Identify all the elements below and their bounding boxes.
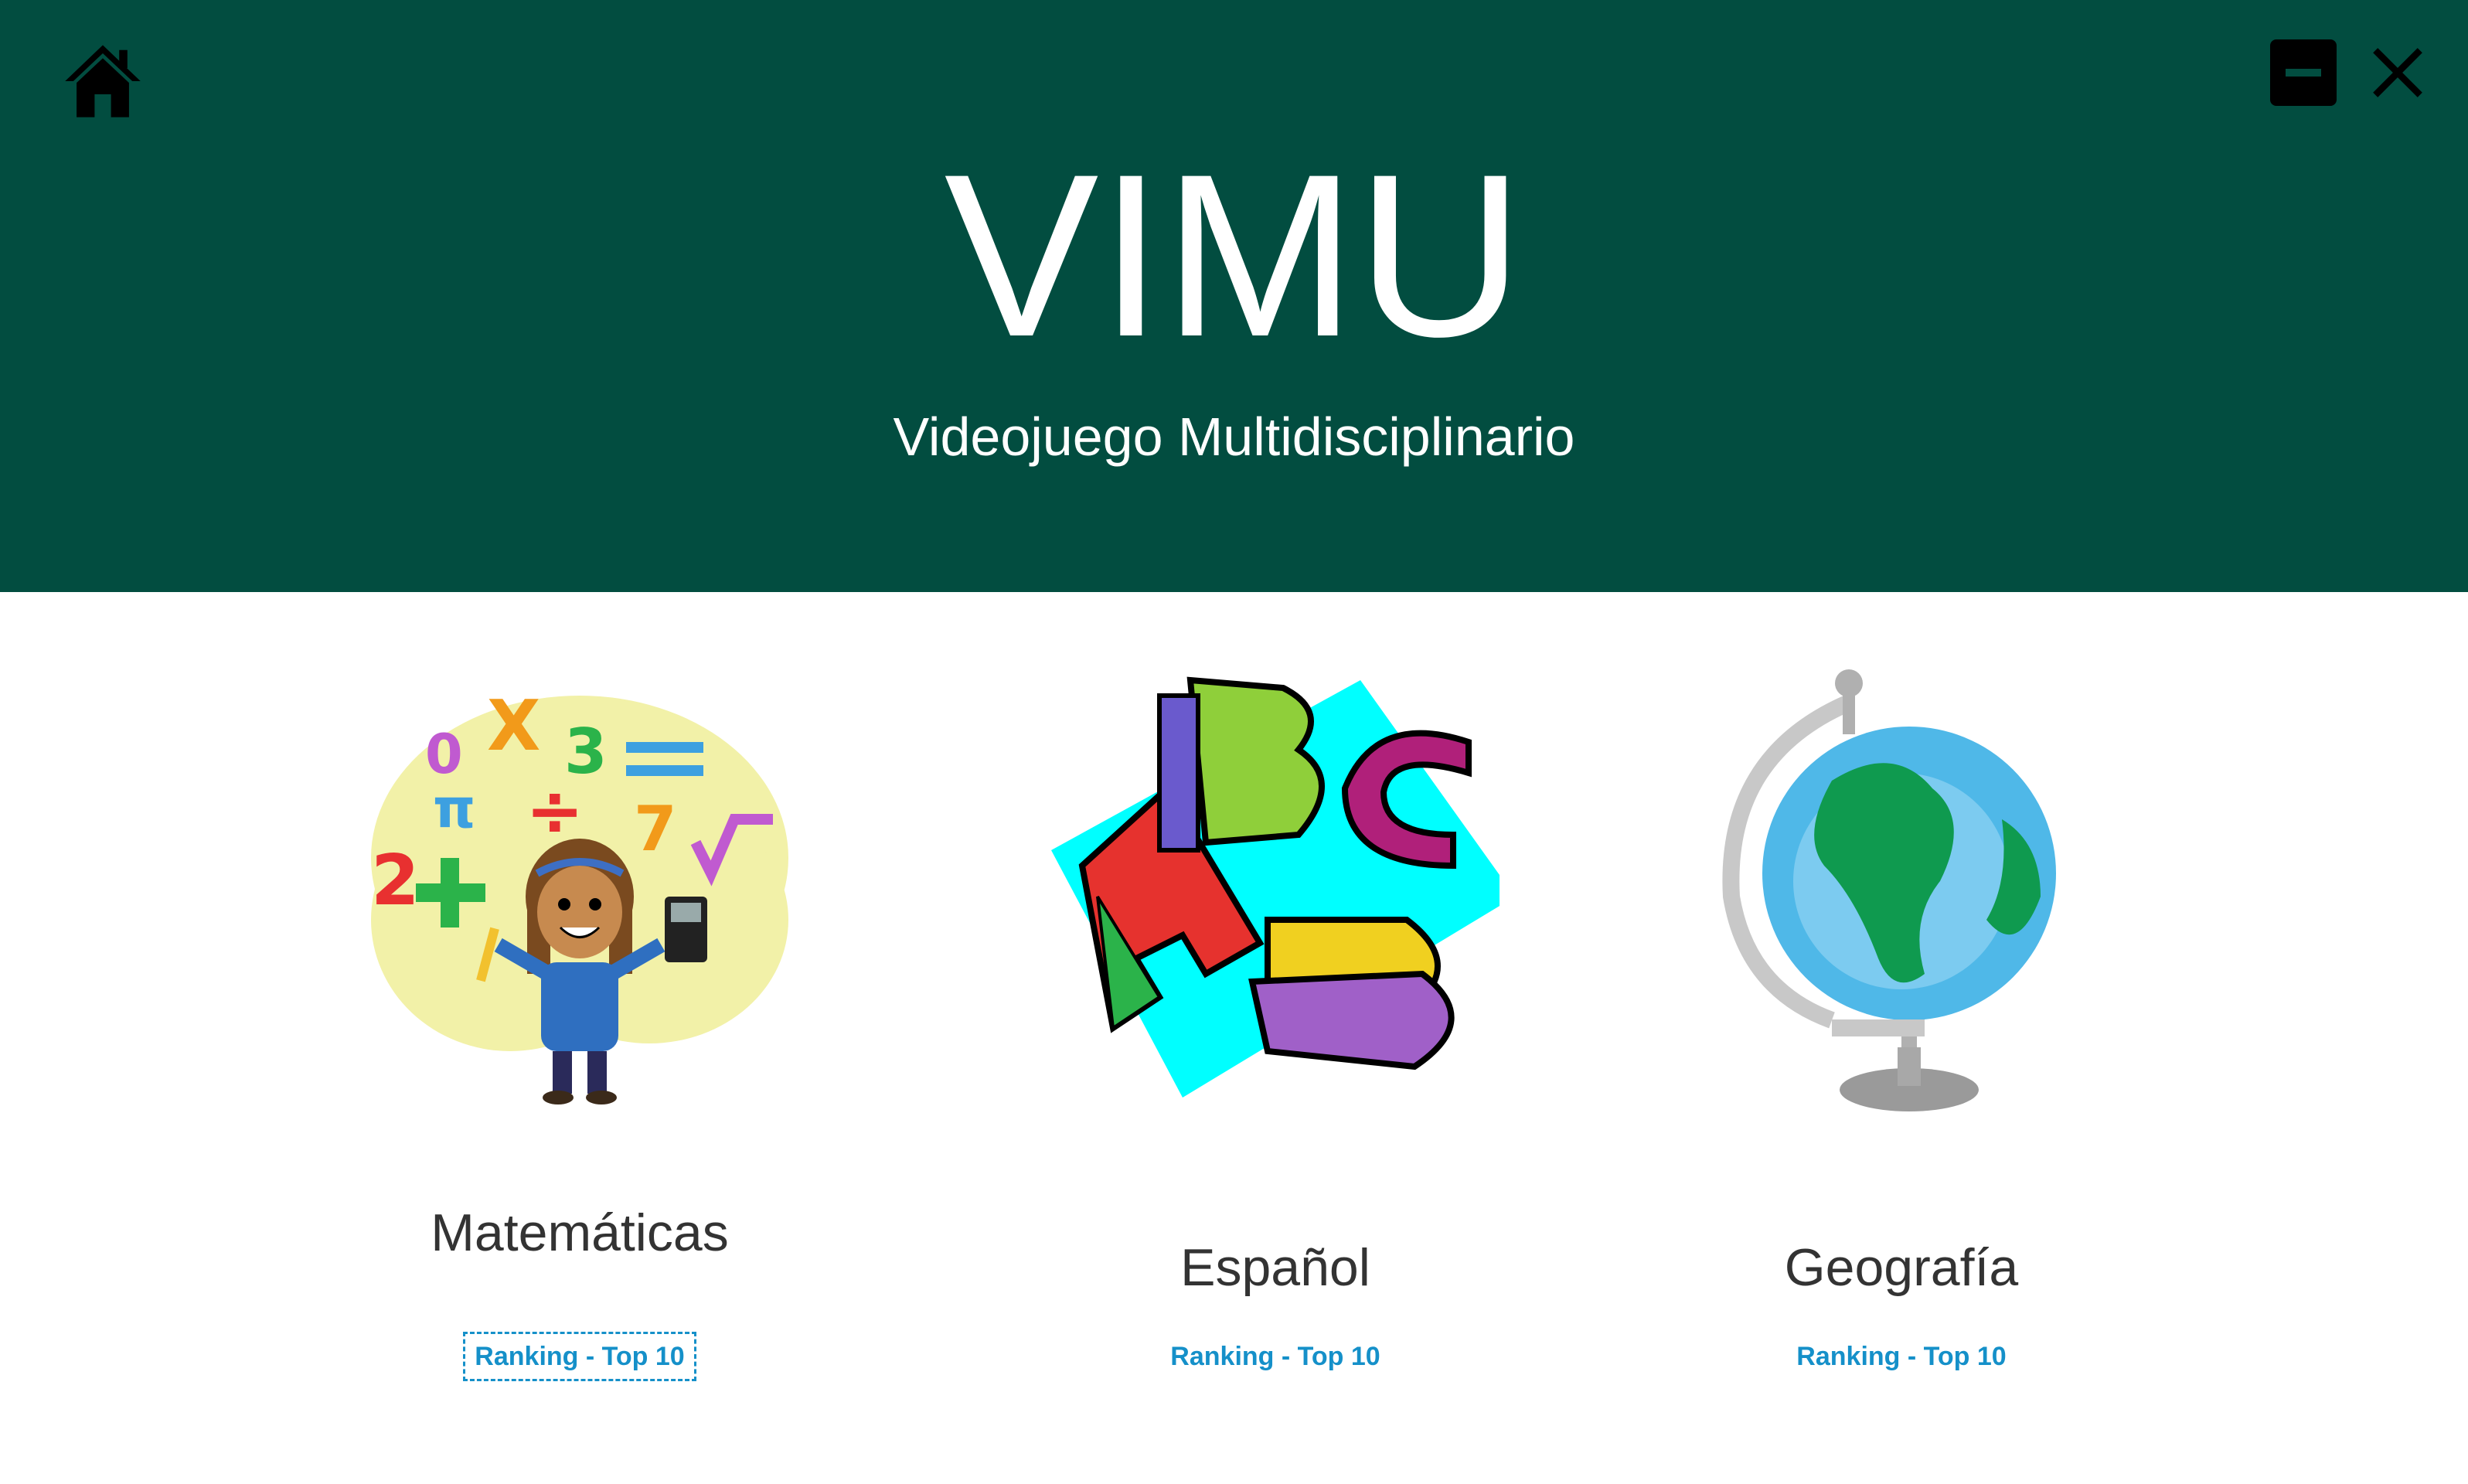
header-banner: VIMU Videojuego Multidisciplinario bbox=[0, 0, 2468, 592]
subject-card-geografia: Geografía Ranking - Top 10 bbox=[1639, 665, 2164, 1422]
subject-card-matematicas: 0 X 3 π ÷ 7 2 Matemáticas Ranking - Top … bbox=[317, 665, 843, 1422]
svg-text:X: X bbox=[487, 686, 540, 767]
ranking-link-label: Ranking - Top 10 bbox=[1796, 1342, 2007, 1371]
globe-icon[interactable] bbox=[1677, 665, 2126, 1113]
home-icon[interactable] bbox=[59, 40, 147, 122]
svg-text:7: 7 bbox=[634, 793, 677, 865]
app-subtitle: Videojuego Multidisciplinario bbox=[893, 407, 1575, 467]
ranking-link[interactable]: Ranking - Top 10 bbox=[1639, 1337, 2164, 1376]
abc-letters-icon[interactable] bbox=[1051, 665, 1500, 1113]
math-girl-icon[interactable]: 0 X 3 π ÷ 7 2 bbox=[356, 665, 804, 1113]
subject-name[interactable]: Español bbox=[1013, 1233, 1538, 1302]
ranking-link-label: Ranking - Top 10 bbox=[463, 1332, 696, 1381]
svg-text:2: 2 bbox=[371, 840, 420, 921]
subject-name[interactable]: Matemáticas bbox=[317, 1198, 843, 1268]
ranking-link-label: Ranking - Top 10 bbox=[1170, 1342, 1380, 1371]
close-icon[interactable] bbox=[2370, 45, 2425, 100]
ranking-link[interactable]: Ranking - Top 10 bbox=[317, 1332, 843, 1381]
subject-name[interactable]: Geografía bbox=[1639, 1233, 2164, 1302]
minimize-button[interactable] bbox=[2270, 39, 2337, 106]
ranking-link[interactable]: Ranking - Top 10 bbox=[1013, 1337, 1538, 1376]
subject-card-espanol: Español Ranking - Top 10 bbox=[1013, 665, 1538, 1422]
app-title: VIMU bbox=[944, 125, 1524, 385]
svg-text:π: π bbox=[433, 777, 475, 840]
minimize-icon bbox=[2286, 69, 2321, 77]
